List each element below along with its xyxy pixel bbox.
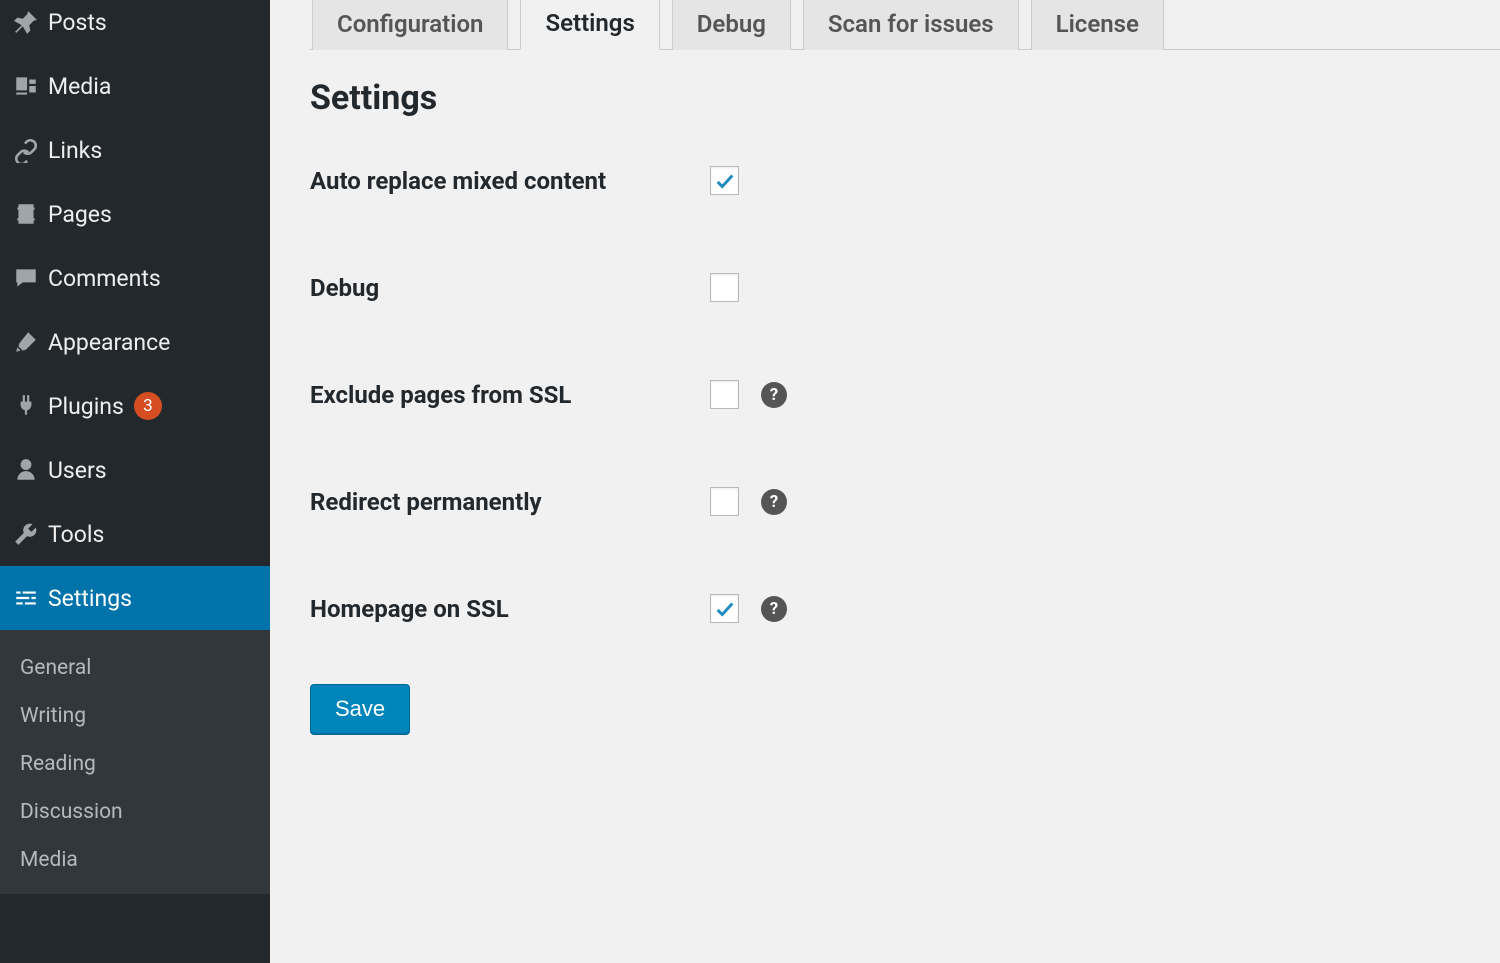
sidebar-item-tools[interactable]: Tools — [0, 502, 270, 566]
sidebar-item-pages[interactable]: Pages — [0, 182, 270, 246]
check-icon — [714, 598, 736, 620]
homepage-on-ssl-checkbox[interactable] — [710, 594, 739, 623]
sidebar-item-label: Posts — [48, 9, 107, 36]
sidebar-item-label: Users — [48, 457, 107, 484]
sidebar-item-posts[interactable]: Posts — [0, 0, 270, 54]
sidebar-item-appearance[interactable]: Appearance — [0, 310, 270, 374]
tab-settings[interactable]: Settings — [520, 0, 659, 50]
page-title: Settings — [310, 78, 1500, 118]
auto-replace-mixed-content-checkbox[interactable] — [710, 166, 739, 195]
row-redirect-permanently: Redirect permanently ? — [310, 487, 1500, 516]
row-auto-replace-mixed-content: Auto replace mixed content — [310, 166, 1500, 195]
redirect-permanently-checkbox[interactable] — [710, 487, 739, 516]
sidebar-item-plugins[interactable]: Plugins 3 — [0, 374, 270, 438]
sidebar-menu: Posts Media Links Pages Comments Appeara — [0, 0, 270, 630]
submenu-item-discussion[interactable]: Discussion — [0, 788, 270, 836]
tab-debug[interactable]: Debug — [672, 0, 791, 50]
field-label: Homepage on SSL — [310, 595, 710, 623]
wrench-icon — [8, 520, 44, 548]
submenu-item-general[interactable]: General — [0, 644, 270, 692]
sidebar-item-settings[interactable]: Settings — [0, 566, 270, 630]
row-debug: Debug — [310, 273, 1500, 302]
debug-checkbox[interactable] — [710, 273, 739, 302]
tab-bar: Configuration Settings Debug Scan for is… — [310, 0, 1500, 50]
tab-license[interactable]: License — [1031, 0, 1164, 50]
settings-form: Auto replace mixed content Debug Exclude… — [310, 166, 1500, 734]
admin-sidebar: Posts Media Links Pages Comments Appeara — [0, 0, 270, 963]
sidebar-item-label: Comments — [48, 265, 161, 292]
user-icon — [8, 456, 44, 484]
main-content: Configuration Settings Debug Scan for is… — [270, 0, 1500, 963]
media-icon — [8, 72, 44, 100]
link-icon — [8, 136, 44, 164]
submenu-item-media[interactable]: Media — [0, 836, 270, 884]
row-exclude-pages-from-ssl: Exclude pages from SSL ? — [310, 380, 1500, 409]
sidebar-item-label: Links — [48, 137, 102, 164]
field-label: Debug — [310, 274, 710, 302]
page-icon — [8, 200, 44, 228]
row-homepage-on-ssl: Homepage on SSL ? — [310, 594, 1500, 623]
comment-icon — [8, 264, 44, 292]
tab-scan-for-issues[interactable]: Scan for issues — [803, 0, 1019, 50]
pin-icon — [8, 8, 44, 36]
sidebar-item-links[interactable]: Links — [0, 118, 270, 182]
sliders-icon — [8, 584, 44, 612]
save-button[interactable]: Save — [310, 684, 410, 734]
sidebar-item-label: Plugins — [48, 393, 124, 420]
submenu-item-writing[interactable]: Writing — [0, 692, 270, 740]
sidebar-item-label: Media — [48, 73, 111, 100]
tab-configuration[interactable]: Configuration — [312, 0, 508, 50]
sidebar-item-label: Appearance — [48, 329, 170, 356]
submenu-item-reading[interactable]: Reading — [0, 740, 270, 788]
sidebar-item-comments[interactable]: Comments — [0, 246, 270, 310]
help-icon[interactable]: ? — [761, 489, 787, 515]
settings-submenu: General Writing Reading Discussion Media — [0, 630, 270, 894]
sidebar-item-users[interactable]: Users — [0, 438, 270, 502]
plug-icon — [8, 392, 44, 420]
help-icon[interactable]: ? — [761, 596, 787, 622]
sidebar-item-label: Pages — [48, 201, 112, 228]
exclude-pages-from-ssl-checkbox[interactable] — [710, 380, 739, 409]
help-icon[interactable]: ? — [761, 382, 787, 408]
sidebar-item-label: Tools — [48, 521, 104, 548]
sidebar-item-media[interactable]: Media — [0, 54, 270, 118]
field-label: Redirect permanently — [310, 488, 710, 516]
sidebar-item-label: Settings — [48, 585, 132, 612]
field-label: Auto replace mixed content — [310, 167, 710, 195]
field-label: Exclude pages from SSL — [310, 381, 710, 409]
plugins-update-badge: 3 — [134, 392, 162, 420]
check-icon — [714, 170, 736, 192]
brush-icon — [8, 328, 44, 356]
